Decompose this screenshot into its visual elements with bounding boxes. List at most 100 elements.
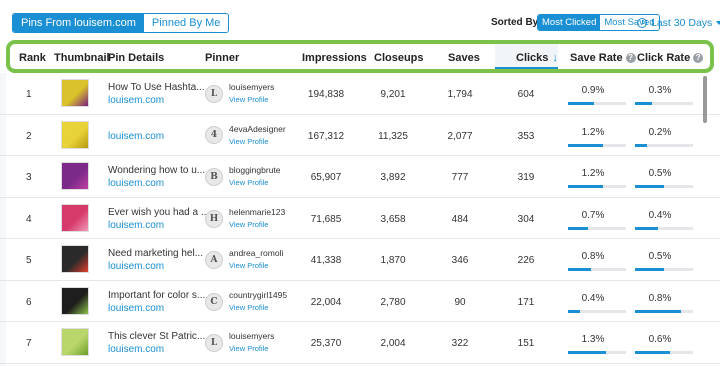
click-rate-bar-fill xyxy=(635,268,664,271)
table-row[interactable]: 1 How To Use Hashta... louisem.com L lou… xyxy=(0,73,720,115)
pinner-name: bloggingbrute xyxy=(229,165,281,175)
sort-descending-icon: ↓ xyxy=(552,52,558,64)
save-rate-value: 1.2% xyxy=(581,126,605,138)
tab-pinned-by-me[interactable]: Pinned By Me xyxy=(143,14,229,32)
pin-domain-link[interactable]: louisem.com xyxy=(108,131,164,142)
save-rate-bar xyxy=(568,143,626,147)
pin-title: Need marketing hel... xyxy=(108,248,204,259)
table-row[interactable]: 4 Ever wish you had a ... louisem.com H … xyxy=(0,198,720,239)
help-icon[interactable]: ? xyxy=(693,53,704,63)
save-rate-bar-fill xyxy=(568,143,603,147)
closeups-value: 1,870 xyxy=(380,255,406,266)
saves-value: 484 xyxy=(451,213,469,225)
pin-thumbnail[interactable] xyxy=(61,286,89,315)
column-header-thumbnail: Thumbnail xyxy=(54,52,110,64)
saves-value: 322 xyxy=(451,338,469,349)
pinner-name: louisemyers xyxy=(229,331,275,341)
help-icon[interactable]: ? xyxy=(625,53,636,63)
table-scrollbar[interactable] xyxy=(703,76,707,123)
pin-thumbnail[interactable] xyxy=(61,120,89,149)
pin-domain-link[interactable]: louisem.com xyxy=(108,261,164,272)
table-row[interactable]: 5 Need marketing hel... louisem.com A an… xyxy=(0,239,720,281)
pinner-name: 4evaAdesigner xyxy=(229,123,286,134)
column-header-click-rate[interactable]: Click Rate? xyxy=(637,52,704,64)
click-rate-value: 0.3% xyxy=(648,85,672,96)
pin-thumbnail[interactable] xyxy=(61,245,89,273)
rank-value: 5 xyxy=(26,255,32,266)
clicks-value: 151 xyxy=(517,338,535,349)
pinner-name: helenmarie123 xyxy=(229,206,286,217)
pin-thumbnail[interactable] xyxy=(61,79,89,107)
closeups-value: 2,004 xyxy=(380,338,406,349)
column-header-saves[interactable]: Saves xyxy=(448,52,480,64)
sorted-by-label: Sorted By xyxy=(491,17,539,28)
column-header-rank[interactable]: Rank xyxy=(19,52,46,64)
click-rate-bar-fill xyxy=(635,143,647,147)
pin-domain-link[interactable]: louisem.com xyxy=(108,178,164,189)
tab-pins-from-domain[interactable]: Pins From louisem.com xyxy=(13,14,144,32)
date-range-dropdown[interactable]: Last 30 Days xyxy=(637,17,720,29)
sort-most-clicked-button[interactable]: Most Clicked xyxy=(538,15,601,30)
column-header-closeups[interactable]: Closeups xyxy=(374,52,424,64)
rank-value: 2 xyxy=(26,130,32,142)
table-row[interactable]: 6 Important for color s... louisem.com C… xyxy=(0,281,720,322)
pin-domain-link[interactable]: louisem.com xyxy=(108,220,164,231)
save-rate-value: 0.4% xyxy=(581,292,605,304)
clicks-value: 353 xyxy=(517,130,535,142)
table-row[interactable]: 3 Wondering how to u... louisem.com B bl… xyxy=(0,156,720,198)
view-profile-link[interactable]: View Profile xyxy=(229,95,268,104)
click-rate-bar xyxy=(635,185,693,188)
pin-thumbnail[interactable] xyxy=(61,328,89,356)
pin-title: Ever wish you had a ... xyxy=(108,206,210,218)
pin-domain-link[interactable]: louisem.com xyxy=(108,303,164,314)
pinner-avatar: L xyxy=(205,85,223,103)
pinner-avatar: C xyxy=(205,292,223,311)
click-rate-value: 0.4% xyxy=(648,209,672,221)
pinner-name: louisemyers xyxy=(229,82,275,92)
impressions-value: 25,370 xyxy=(310,338,342,349)
click-rate-bar-fill xyxy=(635,309,682,313)
save-rate-bar-fill xyxy=(568,351,606,354)
column-header-impressions[interactable]: Impressions xyxy=(302,52,367,64)
saves-value: 90 xyxy=(454,296,466,308)
click-rate-bar xyxy=(635,351,693,354)
pin-thumbnail[interactable] xyxy=(61,162,89,190)
table-row[interactable]: 7 This clever St Patric... louisem.com L… xyxy=(0,322,720,364)
view-profile-link[interactable]: View Profile xyxy=(229,137,268,146)
click-rate-bar xyxy=(635,226,693,230)
save-rate-bar-fill xyxy=(568,102,595,105)
saves-value: 777 xyxy=(451,172,469,183)
pin-domain-link[interactable]: louisem.com xyxy=(108,95,164,106)
pin-domain-link[interactable]: louisem.com xyxy=(108,344,164,355)
column-header-save-rate[interactable]: Save Rate? xyxy=(570,52,636,64)
save-rate-value: 0.8% xyxy=(581,251,605,262)
view-profile-link[interactable]: View Profile xyxy=(229,303,268,312)
closeups-value: 3,658 xyxy=(380,213,406,225)
view-profile-link[interactable]: View Profile xyxy=(229,178,268,187)
save-rate-bar xyxy=(568,309,626,313)
view-profile-link[interactable]: View Profile xyxy=(229,261,268,270)
saves-value: 1,794 xyxy=(447,89,473,100)
pin-title: Wondering how to u... xyxy=(108,165,206,176)
save-rate-bar-fill xyxy=(568,226,589,230)
click-rate-header-label: Click Rate xyxy=(637,52,691,64)
click-rate-bar xyxy=(635,102,693,105)
saves-value: 2,077 xyxy=(447,130,473,142)
view-profile-link[interactable]: View Profile xyxy=(229,220,268,229)
pinner-avatar: H xyxy=(205,209,223,228)
pins-table-body: 1 How To Use Hashta... louisem.com L lou… xyxy=(0,73,720,366)
impressions-value: 194,838 xyxy=(307,89,345,100)
save-rate-bar xyxy=(568,268,626,271)
save-rate-bar-fill xyxy=(568,268,592,271)
view-profile-link[interactable]: View Profile xyxy=(229,344,268,353)
click-rate-value: 0.5% xyxy=(648,168,672,179)
save-rate-bar xyxy=(568,185,626,188)
save-rate-value: 0.9% xyxy=(581,85,605,96)
pins-report-panel: Pins From louisem.com Pinned By Me Sorte… xyxy=(0,0,720,366)
chevron-down-icon xyxy=(716,21,720,25)
pin-thumbnail[interactable] xyxy=(61,203,89,232)
click-rate-value: 0.5% xyxy=(648,251,672,262)
column-header-clicks[interactable]: Clicks ↓ xyxy=(516,52,558,64)
table-row[interactable]: 2 louisem.com 4 4evaAdesigner View Profi… xyxy=(0,115,720,156)
impressions-value: 65,907 xyxy=(310,172,342,183)
